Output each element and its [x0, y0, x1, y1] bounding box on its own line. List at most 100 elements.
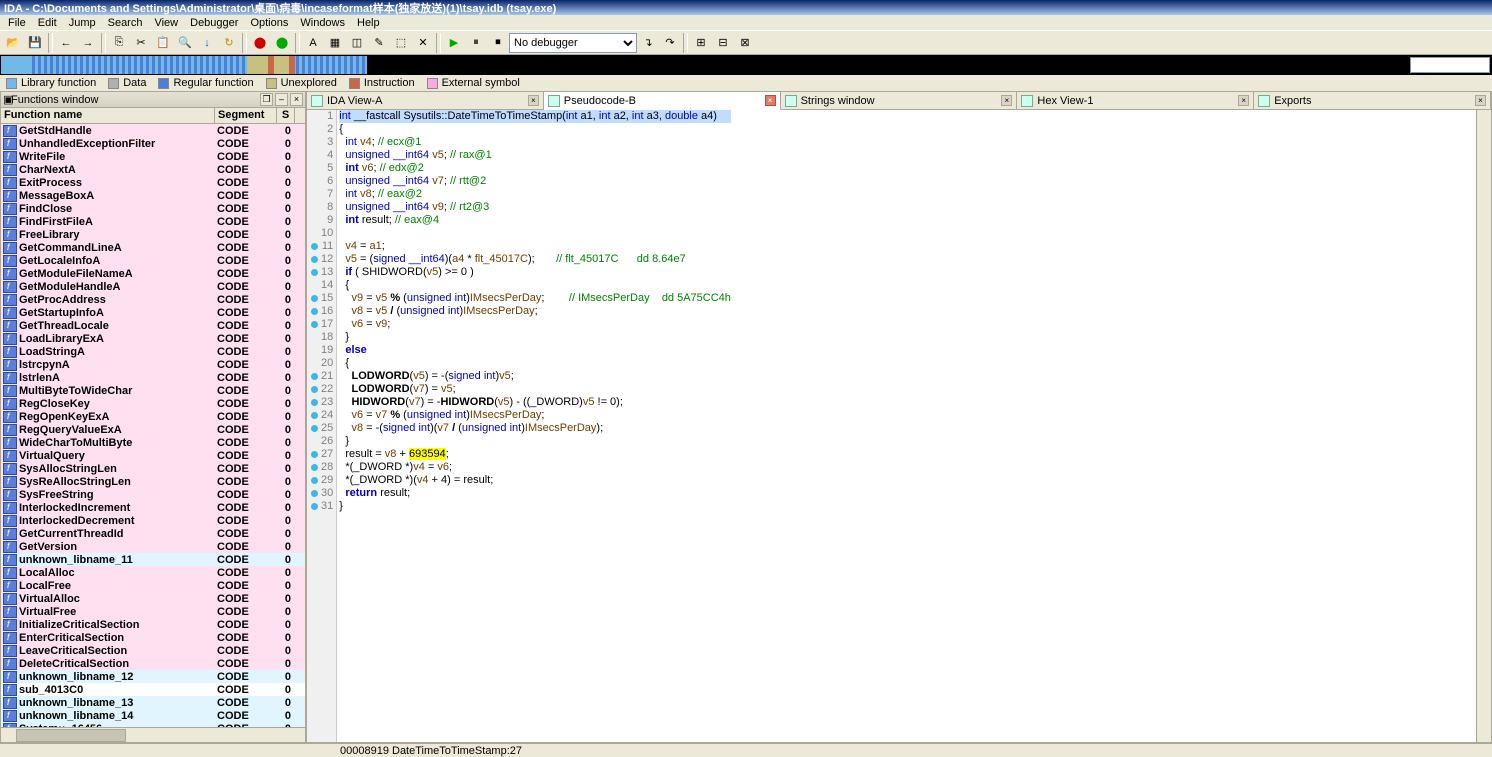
- tab-strings-window[interactable]: Strings window×: [781, 92, 1018, 109]
- function-row[interactable]: lstrcpynACODE0: [1, 358, 305, 371]
- function-row[interactable]: unknown_libname_12CODE0: [1, 670, 305, 683]
- menu-view[interactable]: View: [148, 17, 184, 29]
- restore-icon[interactable]: ❐: [260, 93, 273, 106]
- function-row[interactable]: LocalFreeCODE0: [1, 579, 305, 592]
- minimize-icon[interactable]: –: [275, 93, 288, 106]
- function-row[interactable]: LeaveCriticalSectionCODE0: [1, 644, 305, 657]
- function-row[interactable]: UnhandledExceptionFilterCODE0: [1, 137, 305, 150]
- pause-icon[interactable]: ⏸: [466, 33, 486, 53]
- code-view[interactable]: 1234567891011121314151617181920212223242…: [307, 110, 1491, 742]
- forward-icon[interactable]: →: [78, 33, 98, 53]
- function-row[interactable]: GetModuleHandleACODE0: [1, 280, 305, 293]
- function-row[interactable]: GetCommandLineACODE0: [1, 241, 305, 254]
- source[interactable]: int __fastcall Sysutils::DateTimeToTimeS…: [337, 110, 733, 742]
- nav-strip[interactable]: [1, 56, 1407, 74]
- xref-icon[interactable]: ✎: [369, 33, 389, 53]
- function-row[interactable]: LocalAllocCODE0: [1, 566, 305, 579]
- function-row[interactable]: MessageBoxACODE0: [1, 189, 305, 202]
- tab-close-icon[interactable]: ×: [765, 95, 776, 106]
- function-row[interactable]: SysReAllocStringLenCODE0: [1, 475, 305, 488]
- proximity-icon[interactable]: ◫: [347, 33, 367, 53]
- function-row[interactable]: RegOpenKeyExACODE0: [1, 410, 305, 423]
- function-row[interactable]: FreeLibraryCODE0: [1, 228, 305, 241]
- menu-jump[interactable]: Jump: [63, 17, 102, 29]
- function-row[interactable]: GetThreadLocaleCODE0: [1, 319, 305, 332]
- graph-icon[interactable]: ▦: [325, 33, 345, 53]
- function-row[interactable]: GetLocaleInfoACODE0: [1, 254, 305, 267]
- function-row[interactable]: GetCurrentThreadIdCODE0: [1, 527, 305, 540]
- tab-close-icon[interactable]: ×: [1001, 95, 1012, 106]
- nav-addr-input[interactable]: [1410, 57, 1490, 73]
- hex-icon[interactable]: ⬚: [391, 33, 411, 53]
- function-row[interactable]: unknown_libname_11CODE0: [1, 553, 305, 566]
- term-icon[interactable]: ⏹: [488, 33, 508, 53]
- tab-close-icon[interactable]: ×: [1238, 95, 1249, 106]
- function-row[interactable]: VirtualFreeCODE0: [1, 605, 305, 618]
- menu-debugger[interactable]: Debugger: [184, 17, 244, 29]
- function-row[interactable]: InterlockedDecrementCODE0: [1, 514, 305, 527]
- tab-close-icon[interactable]: ×: [1475, 95, 1486, 106]
- function-row[interactable]: RegQueryValueExACODE0: [1, 423, 305, 436]
- go-icon[interactable]: ⬤: [272, 33, 292, 53]
- function-row[interactable]: SysAllocStringLenCODE0: [1, 462, 305, 475]
- function-row[interactable]: LoadLibraryExACODE0: [1, 332, 305, 345]
- menu-search[interactable]: Search: [102, 17, 149, 29]
- function-row[interactable]: WideCharToMultiByteCODE0: [1, 436, 305, 449]
- function-row[interactable]: GetProcAddressCODE0: [1, 293, 305, 306]
- tab-close-icon[interactable]: ×: [528, 95, 539, 106]
- tab-hex-view-1[interactable]: Hex View-1×: [1017, 92, 1254, 109]
- function-row[interactable]: GetVersionCODE0: [1, 540, 305, 553]
- function-row[interactable]: ExitProcessCODE0: [1, 176, 305, 189]
- function-row[interactable]: DeleteCriticalSectionCODE0: [1, 657, 305, 670]
- open-icon[interactable]: 📂: [3, 33, 23, 53]
- step-into-icon[interactable]: ↴: [638, 33, 658, 53]
- function-row[interactable]: CharNextACODE0: [1, 163, 305, 176]
- function-row[interactable]: VirtualQueryCODE0: [1, 449, 305, 462]
- text-icon[interactable]: A: [303, 33, 323, 53]
- menu-edit[interactable]: Edit: [32, 17, 63, 29]
- nav-bar[interactable]: [0, 55, 1492, 75]
- paste-icon[interactable]: 📋: [153, 33, 173, 53]
- col-segment[interactable]: Segment: [215, 108, 277, 123]
- function-row[interactable]: FindFirstFileACODE0: [1, 215, 305, 228]
- function-row[interactable]: GetStdHandleCODE0: [1, 124, 305, 137]
- back-icon[interactable]: ←: [56, 33, 76, 53]
- function-row[interactable]: LoadStringACODE0: [1, 345, 305, 358]
- function-row[interactable]: InterlockedIncrementCODE0: [1, 501, 305, 514]
- tab-pseudocode-b[interactable]: Pseudocode-B×: [544, 92, 781, 110]
- function-row[interactable]: SysFreeStringCODE0: [1, 488, 305, 501]
- functions-hscroll[interactable]: [1, 727, 305, 742]
- cut-icon[interactable]: ✂: [131, 33, 151, 53]
- function-row[interactable]: FindCloseCODE0: [1, 202, 305, 215]
- function-row[interactable]: unknown_libname_14CODE0: [1, 709, 305, 722]
- find-icon[interactable]: 🔍: [175, 33, 195, 53]
- save-icon[interactable]: 💾: [25, 33, 45, 53]
- function-row[interactable]: RegCloseKeyCODE0: [1, 397, 305, 410]
- function-row[interactable]: GetStartupInfoACODE0: [1, 306, 305, 319]
- vscrollbar[interactable]: [1476, 110, 1491, 742]
- stop-icon[interactable]: ⬤: [250, 33, 270, 53]
- function-row[interactable]: InitializeCriticalSectionCODE0: [1, 618, 305, 631]
- window1-icon[interactable]: ⊞: [691, 33, 711, 53]
- menu-windows[interactable]: Windows: [294, 17, 351, 29]
- function-row[interactable]: sub_4013C0CODE0: [1, 683, 305, 696]
- run-icon[interactable]: ▶: [444, 33, 464, 53]
- down-icon[interactable]: ↓: [197, 33, 217, 53]
- tab-exports[interactable]: Exports×: [1254, 92, 1491, 109]
- function-row[interactable]: MultiByteToWideCharCODE0: [1, 384, 305, 397]
- window2-icon[interactable]: ⊟: [713, 33, 733, 53]
- function-row[interactable]: WriteFileCODE0: [1, 150, 305, 163]
- function-row[interactable]: unknown_libname_13CODE0: [1, 696, 305, 709]
- col-s[interactable]: S: [277, 108, 295, 123]
- tab-ida-view-a[interactable]: IDA View-A×: [307, 92, 544, 109]
- function-row[interactable]: lstrlenACODE0: [1, 371, 305, 384]
- function-row[interactable]: GetModuleFileNameACODE0: [1, 267, 305, 280]
- col-function-name[interactable]: Function name: [1, 108, 215, 123]
- functions-list[interactable]: GetStdHandleCODE0UnhandledExceptionFilte…: [1, 124, 305, 727]
- copy-icon[interactable]: ⎘: [109, 33, 129, 53]
- functions-column-header[interactable]: Function name Segment S: [1, 108, 305, 124]
- step-over-icon[interactable]: ↷: [660, 33, 680, 53]
- close-icon[interactable]: ×: [290, 93, 303, 106]
- function-row[interactable]: VirtualAllocCODE0: [1, 592, 305, 605]
- menu-help[interactable]: Help: [351, 17, 386, 29]
